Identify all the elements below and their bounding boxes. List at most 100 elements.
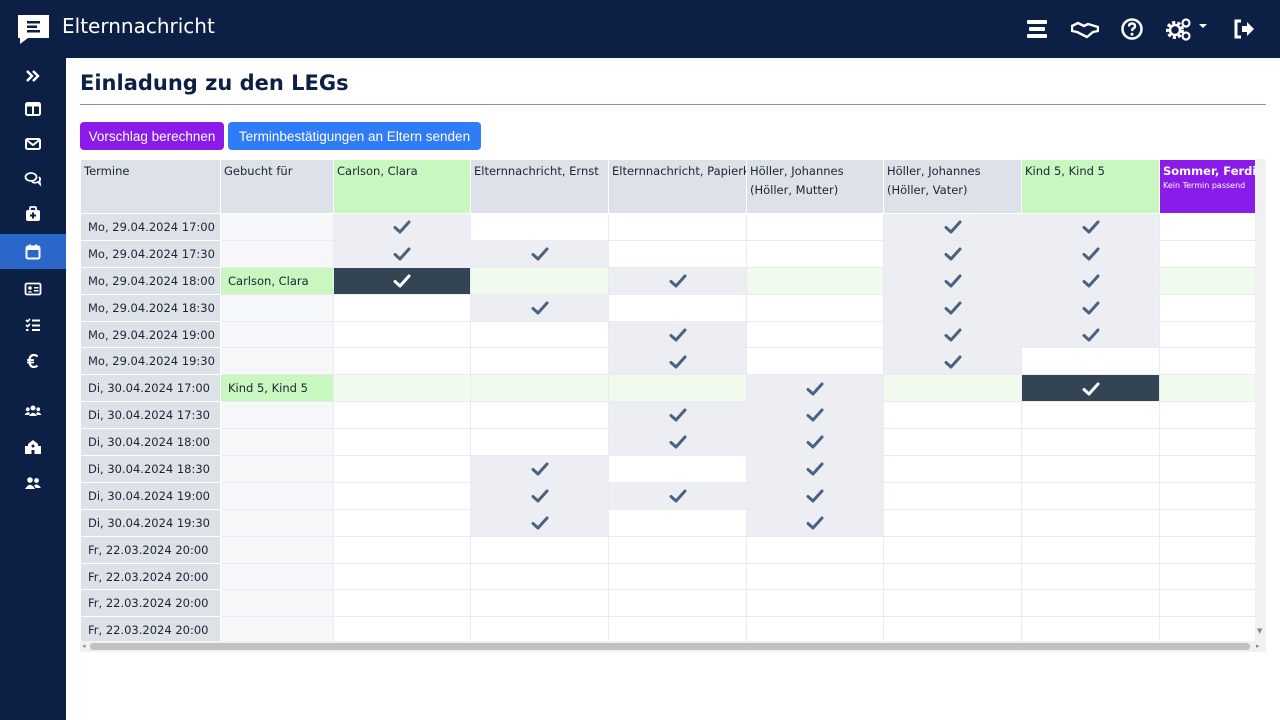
slot-cell[interactable]	[608, 266, 747, 295]
help-circle-icon[interactable]	[1120, 17, 1144, 41]
slot-cell[interactable]	[470, 374, 609, 403]
slot-cell[interactable]	[1159, 320, 1266, 349]
slot-cell[interactable]	[746, 428, 884, 457]
sidebar-item-tasks[interactable]	[0, 307, 66, 342]
slot-cell[interactable]	[1021, 508, 1160, 537]
sidebar-item-dashboard[interactable]	[0, 91, 66, 126]
slot-cell[interactable]	[470, 562, 609, 591]
slot-cell[interactable]	[1021, 401, 1160, 430]
slot-cell[interactable]	[1021, 589, 1160, 618]
slot-cell[interactable]	[608, 239, 747, 268]
slot-cell[interactable]	[1021, 616, 1160, 645]
slot-cell[interactable]	[608, 320, 747, 349]
slot-cell[interactable]	[333, 562, 471, 591]
header-column-5[interactable]: Kind 5, Kind 5	[1021, 159, 1160, 214]
slot-cell[interactable]	[1159, 455, 1266, 483]
slot-cell[interactable]	[883, 347, 1022, 376]
slot-cell[interactable]	[1021, 562, 1160, 591]
slot-cell[interactable]	[470, 481, 609, 510]
slot-cell[interactable]	[746, 374, 884, 403]
sidebar-item-messages[interactable]	[0, 126, 66, 161]
slot-cell[interactable]	[1159, 266, 1266, 295]
sidebar-item-chat[interactable]	[0, 161, 66, 196]
suggest-button[interactable]: Vorschlag berechnen	[80, 122, 224, 150]
header-column-3[interactable]: Höller, Johannes (Höller, Mutter)	[746, 159, 884, 214]
slot-cell[interactable]	[470, 239, 609, 268]
slot-cell[interactable]	[883, 616, 1022, 645]
slot-cell[interactable]	[1021, 481, 1160, 510]
slot-cell[interactable]	[883, 455, 1022, 483]
slot-cell[interactable]	[1021, 320, 1160, 349]
scroll-right-arrow-icon[interactable]: ▸	[1256, 642, 1260, 650]
slot-cell[interactable]	[333, 293, 471, 322]
slot-cell[interactable]	[1159, 293, 1266, 322]
slot-cell[interactable]	[746, 589, 884, 618]
slot-cell[interactable]	[883, 508, 1022, 537]
slot-cell[interactable]	[333, 239, 471, 268]
slot-cell[interactable]	[1021, 213, 1160, 241]
header-column-1[interactable]: Elternnachricht, Ernst	[470, 159, 609, 214]
slot-cell[interactable]	[746, 320, 884, 349]
slot-cell[interactable]	[333, 266, 471, 295]
slot-cell[interactable]	[883, 213, 1022, 241]
slot-cell[interactable]	[883, 481, 1022, 510]
header-column-2[interactable]: Elternnachricht, Papierkind	[608, 159, 747, 214]
slot-cell[interactable]	[883, 401, 1022, 430]
menu-lines-icon[interactable]	[1025, 17, 1049, 41]
slot-cell[interactable]	[470, 401, 609, 430]
slot-cell[interactable]	[1159, 508, 1266, 537]
slot-cell[interactable]	[746, 401, 884, 430]
slot-cell[interactable]	[746, 481, 884, 510]
slot-cell[interactable]	[333, 508, 471, 537]
slot-cell[interactable]	[746, 562, 884, 591]
settings-gears-icon[interactable]	[1164, 17, 1210, 41]
slot-cell[interactable]	[470, 428, 609, 457]
slot-cell[interactable]	[333, 455, 471, 483]
slot-cell[interactable]	[608, 213, 747, 241]
slot-cell[interactable]	[1021, 347, 1160, 376]
send-confirmations-button[interactable]: Terminbestätigungen an Eltern senden	[228, 122, 481, 150]
slot-cell[interactable]	[333, 535, 471, 564]
sidebar-item-groups[interactable]	[0, 393, 66, 428]
slot-cell[interactable]	[1159, 589, 1266, 618]
slot-cell[interactable]	[608, 293, 747, 322]
header-column-6[interactable]: Sommer, Ferdinand Kein Termin passend	[1159, 159, 1266, 214]
slot-cell[interactable]	[1159, 481, 1266, 510]
slot-cell[interactable]	[608, 401, 747, 430]
slot-cell[interactable]	[883, 320, 1022, 349]
handshake-icon[interactable]	[1071, 17, 1099, 41]
slot-cell[interactable]	[1021, 535, 1160, 564]
slot-cell[interactable]	[333, 347, 471, 376]
slot-cell[interactable]	[470, 320, 609, 349]
vertical-scrollbar[interactable]: ▼	[1255, 159, 1266, 641]
slot-cell[interactable]	[1159, 401, 1266, 430]
slot-cell[interactable]	[608, 589, 747, 618]
sidebar-item-users[interactable]	[0, 465, 66, 500]
slot-cell[interactable]	[1021, 293, 1160, 322]
slot-cell[interactable]	[1021, 239, 1160, 268]
slot-cell[interactable]	[333, 616, 471, 645]
slot-cell[interactable]	[746, 508, 884, 537]
slot-cell[interactable]	[608, 428, 747, 457]
slot-cell[interactable]	[608, 535, 747, 564]
slot-cell[interactable]	[470, 213, 609, 241]
sidebar-item-calendar[interactable]	[0, 234, 66, 269]
slot-cell[interactable]	[333, 481, 471, 510]
slot-cell[interactable]	[608, 616, 747, 645]
scroll-left-arrow-icon[interactable]: ◂	[82, 642, 86, 650]
slot-cell[interactable]	[883, 293, 1022, 322]
slot-cell[interactable]	[470, 616, 609, 645]
slot-cell[interactable]	[333, 428, 471, 457]
horizontal-scroll-thumb[interactable]	[90, 643, 1250, 650]
slot-cell[interactable]	[883, 535, 1022, 564]
slot-cell[interactable]	[746, 616, 884, 645]
slot-cell[interactable]	[608, 481, 747, 510]
slot-cell[interactable]	[1021, 266, 1160, 295]
slot-cell[interactable]	[608, 562, 747, 591]
header-column-4[interactable]: Höller, Johannes (Höller, Vater)	[883, 159, 1022, 214]
slot-cell[interactable]	[1021, 428, 1160, 457]
slot-cell[interactable]	[470, 266, 609, 295]
slot-cell[interactable]	[470, 508, 609, 537]
slot-cell[interactable]	[883, 589, 1022, 618]
sidebar-item-expand[interactable]	[0, 58, 66, 93]
